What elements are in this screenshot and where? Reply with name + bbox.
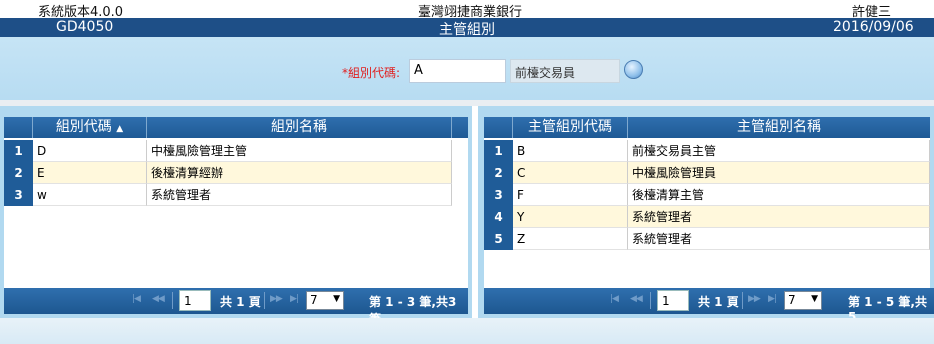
sort-asc-icon: ▲ xyxy=(116,124,124,134)
table-row[interactable]: 3 w 系統管理者 xyxy=(4,184,468,206)
cell-group-name[interactable]: 中檯風險管理主管 xyxy=(147,140,452,162)
col-header-group-code-label: 組別代碼 xyxy=(55,119,112,135)
page-size-select[interactable]: 7 ▼ xyxy=(306,291,344,310)
manager-grid-pager: |◀ ◀◀ 1 共 1 頁 ▶▶ ▶| 7 ▼ 第 1 - 5 筆,共5 xyxy=(484,288,934,324)
row-number: 4 xyxy=(484,206,513,228)
table-row[interactable]: 3 F 後檯清算主管 xyxy=(484,184,930,206)
group-grid-header: 組別代碼 ▲ 組別名稱 xyxy=(4,117,468,138)
group-grid: 組別代碼 ▲ 組別名稱 1 D 中檯風險管理主管 2 E 後檯清算經辦 3 w … xyxy=(4,117,468,288)
program-code: GD4050 xyxy=(56,19,114,35)
pager-divider xyxy=(264,292,265,309)
pager-divider xyxy=(650,292,651,309)
page-input[interactable]: 1 xyxy=(657,290,689,311)
group-code-input[interactable]: A xyxy=(409,59,506,83)
chevron-down-icon: ▼ xyxy=(811,294,818,304)
page-title: 主管組別 xyxy=(439,22,495,38)
cell-group-code[interactable]: D xyxy=(33,140,147,162)
chevron-down-icon: ▼ xyxy=(333,294,340,304)
row-number: 5 xyxy=(484,228,513,250)
cell-manager-name[interactable]: 系統管理者 xyxy=(628,228,930,250)
total-pages-text: 共 1 頁 xyxy=(220,295,261,309)
scroll-header xyxy=(452,117,468,138)
table-row[interactable]: 1 D 中檯風險管理主管 xyxy=(4,140,468,162)
group-name-display: 前檯交易員 xyxy=(510,59,620,83)
cell-group-name[interactable]: 後檯清算經辦 xyxy=(147,162,452,184)
system-date: 2016/09/06 xyxy=(833,19,914,35)
cell-group-name[interactable]: 系統管理者 xyxy=(147,184,452,206)
next-page-icon[interactable]: ▶▶ xyxy=(270,294,283,304)
col-header-group-code[interactable]: 組別代碼 ▲ xyxy=(33,117,147,138)
row-number: 2 xyxy=(484,162,513,184)
col-header-manager-code[interactable]: 主管組別代碼 xyxy=(513,117,628,138)
top-info-bar: 系統版本4.0.0 臺灣翊捷商業銀行 許健三 xyxy=(0,0,934,20)
page-footer xyxy=(0,318,934,344)
cell-manager-code[interactable]: F xyxy=(513,184,628,206)
query-bar: *組別代碼: A 前檯交易員 xyxy=(0,37,934,106)
group-grid-pager: |◀ ◀◀ 1 共 1 頁 ▶▶ ▶| 7▼ 第 1 - 3 筆,共3筆 xyxy=(4,288,468,326)
table-row[interactable]: 1 B 前檯交易員主管 xyxy=(484,140,930,162)
prev-page-icon[interactable]: ◀◀ xyxy=(152,294,165,304)
cell-manager-name[interactable]: 中檯風險管理員 xyxy=(628,162,930,184)
cell-manager-name[interactable]: 系統管理者 xyxy=(628,206,930,228)
next-page-icon[interactable]: ▶▶ xyxy=(748,294,761,304)
cell-manager-name[interactable]: 前檯交易員主管 xyxy=(628,140,930,162)
last-page-icon[interactable]: ▶| xyxy=(290,294,299,304)
manager-grid-header: 主管組別代碼 主管組別名稱 xyxy=(484,117,930,138)
cell-manager-code[interactable]: B xyxy=(513,140,628,162)
cell-manager-code[interactable]: C xyxy=(513,162,628,184)
query-button[interactable] xyxy=(624,60,643,79)
col-header-group-name[interactable]: 組別名稱 xyxy=(147,117,452,138)
total-pages-text: 共 1 頁 xyxy=(698,295,739,309)
cell-group-code[interactable]: w xyxy=(33,184,147,206)
group-code-label-text: 組別代碼: xyxy=(348,66,401,80)
first-page-icon[interactable]: |◀ xyxy=(132,294,141,304)
cell-manager-code[interactable]: Y xyxy=(513,206,628,228)
col-header-manager-name[interactable]: 主管組別名稱 xyxy=(628,117,930,138)
row-number: 2 xyxy=(4,162,33,184)
page-input[interactable]: 1 xyxy=(179,290,211,311)
pager-divider xyxy=(172,292,173,309)
cell-manager-code[interactable]: Z xyxy=(513,228,628,250)
row-number: 1 xyxy=(484,140,513,162)
row-number: 3 xyxy=(484,184,513,206)
row-number-header xyxy=(484,117,513,138)
page-size-value: 7 xyxy=(788,293,796,307)
cell-manager-name[interactable]: 後檯清算主管 xyxy=(628,184,930,206)
table-row[interactable]: 2 E 後檯清算經辦 xyxy=(4,162,468,184)
cell-group-code[interactable]: E xyxy=(33,162,147,184)
group-code-label: *組別代碼: xyxy=(342,64,400,81)
table-row[interactable]: 4 Y 系統管理者 xyxy=(484,206,930,228)
row-number: 1 xyxy=(4,140,33,162)
first-page-icon[interactable]: |◀ xyxy=(610,294,619,304)
row-number-header xyxy=(4,117,33,138)
pager-divider xyxy=(742,292,743,309)
prev-page-icon[interactable]: ◀◀ xyxy=(630,294,643,304)
manager-group-grid: 主管組別代碼 主管組別名稱 1 B 前檯交易員主管 2 C 中檯風險管理員 3 … xyxy=(484,117,930,288)
page-size-value: 7 xyxy=(310,293,318,307)
row-number: 3 xyxy=(4,184,33,206)
page-size-select[interactable]: 7 ▼ xyxy=(784,291,822,310)
title-bar: GD4050 主管組別 2016/09/06 xyxy=(0,18,934,38)
last-page-icon[interactable]: ▶| xyxy=(768,294,777,304)
table-row[interactable]: 5 Z 系統管理者 xyxy=(484,228,930,250)
table-row[interactable]: 2 C 中檯風險管理員 xyxy=(484,162,930,184)
